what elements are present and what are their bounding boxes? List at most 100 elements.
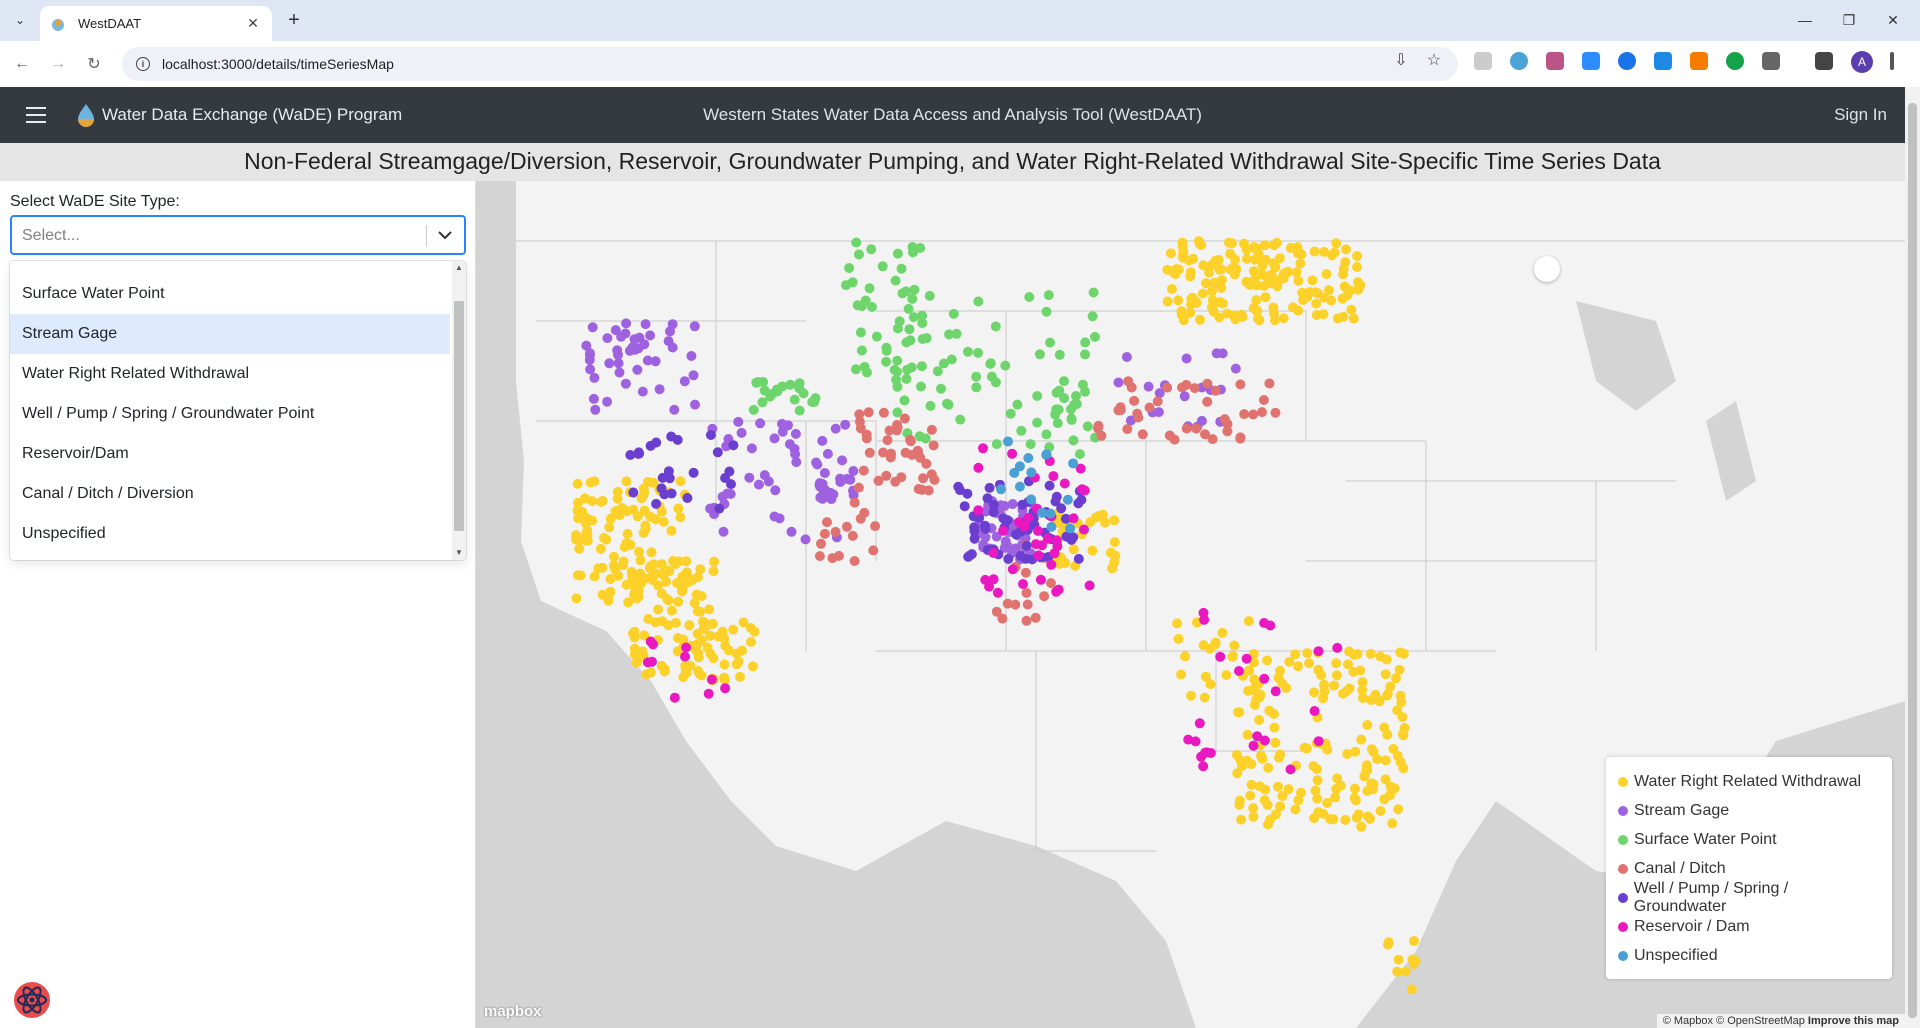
site-marker[interactable] bbox=[822, 517, 832, 528]
site-marker[interactable] bbox=[647, 574, 658, 585]
site-marker[interactable] bbox=[1265, 814, 1276, 825]
site-marker[interactable] bbox=[1049, 548, 1060, 559]
site-marker[interactable] bbox=[581, 535, 592, 546]
site-marker[interactable] bbox=[612, 493, 623, 504]
site-marker[interactable] bbox=[609, 560, 619, 571]
site-marker[interactable] bbox=[1342, 749, 1353, 759]
site-marker[interactable] bbox=[590, 404, 601, 415]
site-marker[interactable] bbox=[770, 485, 781, 496]
site-marker[interactable] bbox=[1012, 399, 1023, 410]
site-marker[interactable] bbox=[942, 398, 952, 409]
site-marker[interactable] bbox=[680, 651, 690, 662]
site-marker[interactable] bbox=[1074, 449, 1085, 460]
site-marker[interactable] bbox=[629, 632, 640, 643]
site-marker[interactable] bbox=[1341, 244, 1351, 255]
option-reservoir-dam[interactable]: Reservoir/Dam bbox=[10, 434, 450, 474]
site-marker[interactable] bbox=[1143, 381, 1154, 392]
site-marker[interactable] bbox=[589, 372, 600, 383]
site-marker[interactable] bbox=[1105, 547, 1116, 558]
site-marker[interactable] bbox=[854, 409, 865, 420]
site-marker[interactable] bbox=[1257, 260, 1268, 271]
site-marker[interactable] bbox=[892, 248, 903, 259]
site-marker[interactable] bbox=[946, 354, 957, 365]
site-marker[interactable] bbox=[712, 447, 723, 458]
site-marker[interactable] bbox=[1041, 449, 1052, 460]
tab-list-chevron-icon[interactable]: ⌄ bbox=[8, 8, 32, 32]
site-marker[interactable] bbox=[1051, 387, 1062, 398]
site-marker[interactable] bbox=[1079, 524, 1089, 535]
site-marker[interactable] bbox=[651, 498, 662, 509]
site-marker[interactable] bbox=[890, 476, 901, 487]
site-marker[interactable] bbox=[577, 506, 588, 517]
site-marker[interactable] bbox=[1366, 744, 1377, 755]
site-marker[interactable] bbox=[948, 308, 959, 319]
improve-map-link[interactable]: Improve this map bbox=[1808, 1015, 1899, 1027]
site-marker[interactable] bbox=[986, 371, 997, 382]
site-marker[interactable] bbox=[1363, 811, 1373, 822]
site-marker[interactable] bbox=[1248, 811, 1259, 822]
site-marker[interactable] bbox=[1311, 298, 1322, 309]
site-marker[interactable] bbox=[728, 624, 739, 635]
site-marker[interactable] bbox=[704, 604, 715, 615]
site-marker[interactable] bbox=[744, 472, 755, 483]
site-marker[interactable] bbox=[709, 556, 720, 567]
site-marker[interactable] bbox=[601, 534, 612, 545]
site-marker[interactable] bbox=[725, 489, 736, 499]
site-marker[interactable] bbox=[827, 553, 838, 564]
site-marker[interactable] bbox=[1310, 785, 1321, 796]
site-marker[interactable] bbox=[1285, 764, 1296, 775]
site-marker[interactable] bbox=[610, 506, 621, 517]
site-marker[interactable] bbox=[980, 520, 990, 531]
site-marker[interactable] bbox=[1352, 649, 1363, 659]
site-marker[interactable] bbox=[1309, 246, 1320, 257]
site-marker[interactable] bbox=[1026, 467, 1037, 478]
site-marker[interactable] bbox=[1173, 295, 1184, 306]
site-marker[interactable] bbox=[1259, 673, 1270, 684]
site-marker[interactable] bbox=[651, 437, 662, 448]
extension-color-icon[interactable] bbox=[1510, 52, 1528, 70]
site-marker[interactable] bbox=[681, 642, 692, 653]
site-marker[interactable] bbox=[1248, 740, 1259, 751]
site-marker[interactable] bbox=[1234, 795, 1245, 806]
site-marker[interactable] bbox=[1132, 408, 1143, 419]
site-marker[interactable] bbox=[1257, 753, 1268, 764]
site-marker[interactable] bbox=[717, 626, 728, 637]
site-marker[interactable] bbox=[1073, 498, 1084, 509]
site-marker[interactable] bbox=[708, 566, 719, 576]
site-marker[interactable] bbox=[633, 591, 644, 602]
site-marker[interactable] bbox=[886, 448, 897, 459]
site-marker[interactable] bbox=[1051, 491, 1062, 502]
site-marker[interactable] bbox=[973, 347, 983, 358]
site-marker[interactable] bbox=[1398, 730, 1409, 741]
site-marker[interactable] bbox=[1331, 658, 1342, 669]
site-marker[interactable] bbox=[1398, 648, 1409, 659]
site-marker[interactable] bbox=[926, 424, 937, 435]
site-marker[interactable] bbox=[643, 614, 654, 624]
site-marker[interactable] bbox=[1335, 780, 1346, 791]
site-marker[interactable] bbox=[856, 345, 867, 356]
site-marker[interactable] bbox=[936, 383, 946, 394]
site-marker[interactable] bbox=[1283, 784, 1294, 795]
site-marker[interactable] bbox=[908, 312, 919, 323]
site-marker[interactable] bbox=[1180, 651, 1191, 662]
site-marker[interactable] bbox=[1015, 550, 1026, 561]
site-marker[interactable] bbox=[618, 560, 629, 571]
site-marker[interactable] bbox=[1236, 814, 1247, 825]
site-marker[interactable] bbox=[1356, 734, 1367, 745]
site-marker[interactable] bbox=[1269, 722, 1280, 733]
scroll-down-arrow-icon[interactable]: ▼ bbox=[452, 546, 466, 560]
reload-icon[interactable]: ↻ bbox=[82, 52, 106, 76]
site-marker[interactable] bbox=[1165, 248, 1176, 259]
site-marker[interactable] bbox=[755, 418, 766, 429]
site-marker[interactable] bbox=[1389, 783, 1400, 794]
site-marker[interactable] bbox=[672, 434, 683, 445]
site-marker[interactable] bbox=[1188, 253, 1199, 264]
site-marker[interactable] bbox=[753, 479, 764, 490]
site-marker[interactable] bbox=[996, 484, 1006, 495]
site-marker[interactable] bbox=[890, 275, 901, 286]
site-marker[interactable] bbox=[1187, 292, 1198, 303]
site-marker[interactable] bbox=[902, 364, 913, 375]
site-marker[interactable] bbox=[1380, 669, 1391, 680]
site-marker[interactable] bbox=[621, 476, 632, 487]
site-marker[interactable] bbox=[1087, 311, 1098, 322]
